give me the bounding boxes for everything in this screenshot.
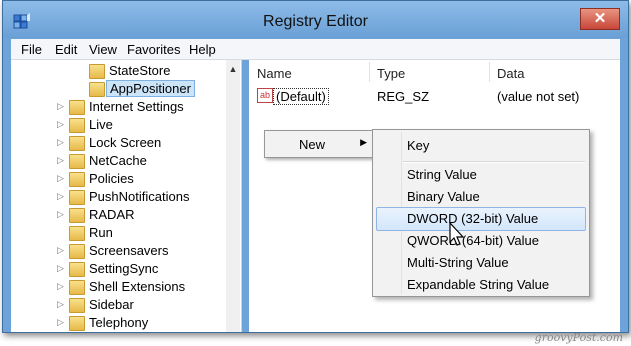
new-submenu: Key String Value Binary Value DWORD (32-… (372, 129, 590, 297)
submenu-arrow-icon: ▶ (360, 137, 367, 147)
folder-icon (69, 136, 85, 151)
menu-item-key[interactable]: Key (407, 138, 429, 153)
menu-item-expandable-string-value[interactable]: Expandable String Value (407, 277, 549, 292)
expand-arrow-icon[interactable]: ▷ (57, 263, 65, 274)
tree-item-label: PushNotifications (89, 189, 190, 204)
menu-item-multi-string-value[interactable]: Multi-String Value (407, 255, 509, 270)
column-header-data[interactable]: Data (497, 66, 524, 81)
menu-edit[interactable]: Edit (55, 42, 77, 57)
folder-icon (69, 118, 85, 133)
value-name: (Default) (273, 88, 329, 105)
tree-item-label: SettingSync (89, 261, 159, 276)
tree-item-label: Internet Settings (89, 99, 184, 114)
folder-icon (89, 82, 105, 97)
tree-item-label: Policies (89, 171, 134, 186)
column-divider[interactable] (369, 62, 370, 82)
tree-item-label: Live (89, 117, 113, 132)
menu-bar: File Edit View Favorites Help (11, 39, 620, 60)
menu-item-new[interactable]: New (299, 137, 325, 152)
tree-item-label: StateStore (109, 63, 171, 78)
menu-item-dword-value[interactable]: DWORD (32-bit) Value (407, 211, 538, 226)
scroll-up-icon[interactable]: ▲ (226, 64, 240, 74)
reg-sz-icon: ab (257, 88, 273, 103)
menu-view[interactable]: View (89, 42, 117, 57)
tree-item-label: Sidebar (89, 297, 134, 312)
close-button[interactable]: ✕ (580, 8, 620, 30)
expand-arrow-icon[interactable]: ▷ (57, 317, 65, 328)
folder-icon (69, 244, 85, 259)
column-header-name[interactable]: Name (257, 66, 292, 81)
expand-arrow-icon[interactable]: ▷ (57, 101, 65, 112)
folder-icon (69, 316, 85, 331)
folder-icon (69, 208, 85, 223)
tree-scrollbar[interactable]: ▲ (226, 60, 240, 332)
folder-icon (69, 154, 85, 169)
tree-item-label: RADAR (89, 207, 135, 222)
folder-icon (69, 190, 85, 205)
expand-arrow-icon[interactable]: ▷ (57, 245, 65, 256)
value-data: (value not set) (497, 89, 580, 104)
tree-item-label: Shell Extensions (89, 279, 186, 294)
close-icon: ✕ (593, 10, 607, 27)
column-header-type[interactable]: Type (377, 66, 405, 81)
expand-arrow-icon[interactable]: ▷ (57, 299, 65, 310)
folder-icon (69, 262, 85, 277)
menu-item-string-value[interactable]: String Value (407, 167, 477, 182)
tree-item-label: Telephony (89, 315, 149, 330)
key-tree: StateStore AppPositioner ▷ Internet Sett… (11, 60, 242, 332)
menu-item-qword-value[interactable]: QWORD (64-bit) Value (407, 233, 539, 248)
folder-icon (69, 280, 85, 295)
title-bar[interactable]: Registry Editor ✕ (3, 1, 628, 38)
expand-arrow-icon[interactable]: ▷ (57, 281, 65, 292)
expand-arrow-icon[interactable]: ▷ (57, 155, 65, 166)
context-menu: New ▶ (264, 130, 374, 158)
value-type: REG_SZ (377, 89, 430, 104)
menu-favorites[interactable]: Favorites (127, 42, 180, 57)
watermark: groovyPost.com (534, 331, 623, 344)
folder-icon (69, 172, 85, 187)
tree-item-label: AppPositioner (106, 80, 195, 97)
tree-item-label: Lock Screen (89, 135, 162, 150)
mouse-pointer-icon (449, 222, 465, 246)
window-title: Registry Editor (263, 13, 368, 30)
expand-arrow-icon[interactable]: ▷ (57, 191, 65, 202)
column-divider[interactable] (489, 62, 490, 82)
tree-item-label: NetCache (89, 153, 147, 168)
expand-arrow-icon[interactable]: ▷ (57, 119, 65, 130)
menu-help[interactable]: Help (189, 42, 216, 57)
tree-item-label: Run (89, 225, 113, 240)
expand-arrow-icon[interactable]: ▷ (57, 209, 65, 220)
folder-icon (69, 298, 85, 313)
menu-file[interactable]: File (21, 42, 42, 57)
expand-arrow-icon[interactable]: ▷ (57, 173, 65, 184)
expand-arrow-icon[interactable]: ▷ (57, 137, 65, 148)
tree-item-label: Screensavers (89, 243, 169, 258)
folder-icon (69, 100, 85, 115)
menu-item-binary-value[interactable]: Binary Value (407, 189, 480, 204)
folder-icon (69, 226, 85, 241)
menu-separator (403, 161, 585, 163)
folder-icon (89, 64, 105, 79)
